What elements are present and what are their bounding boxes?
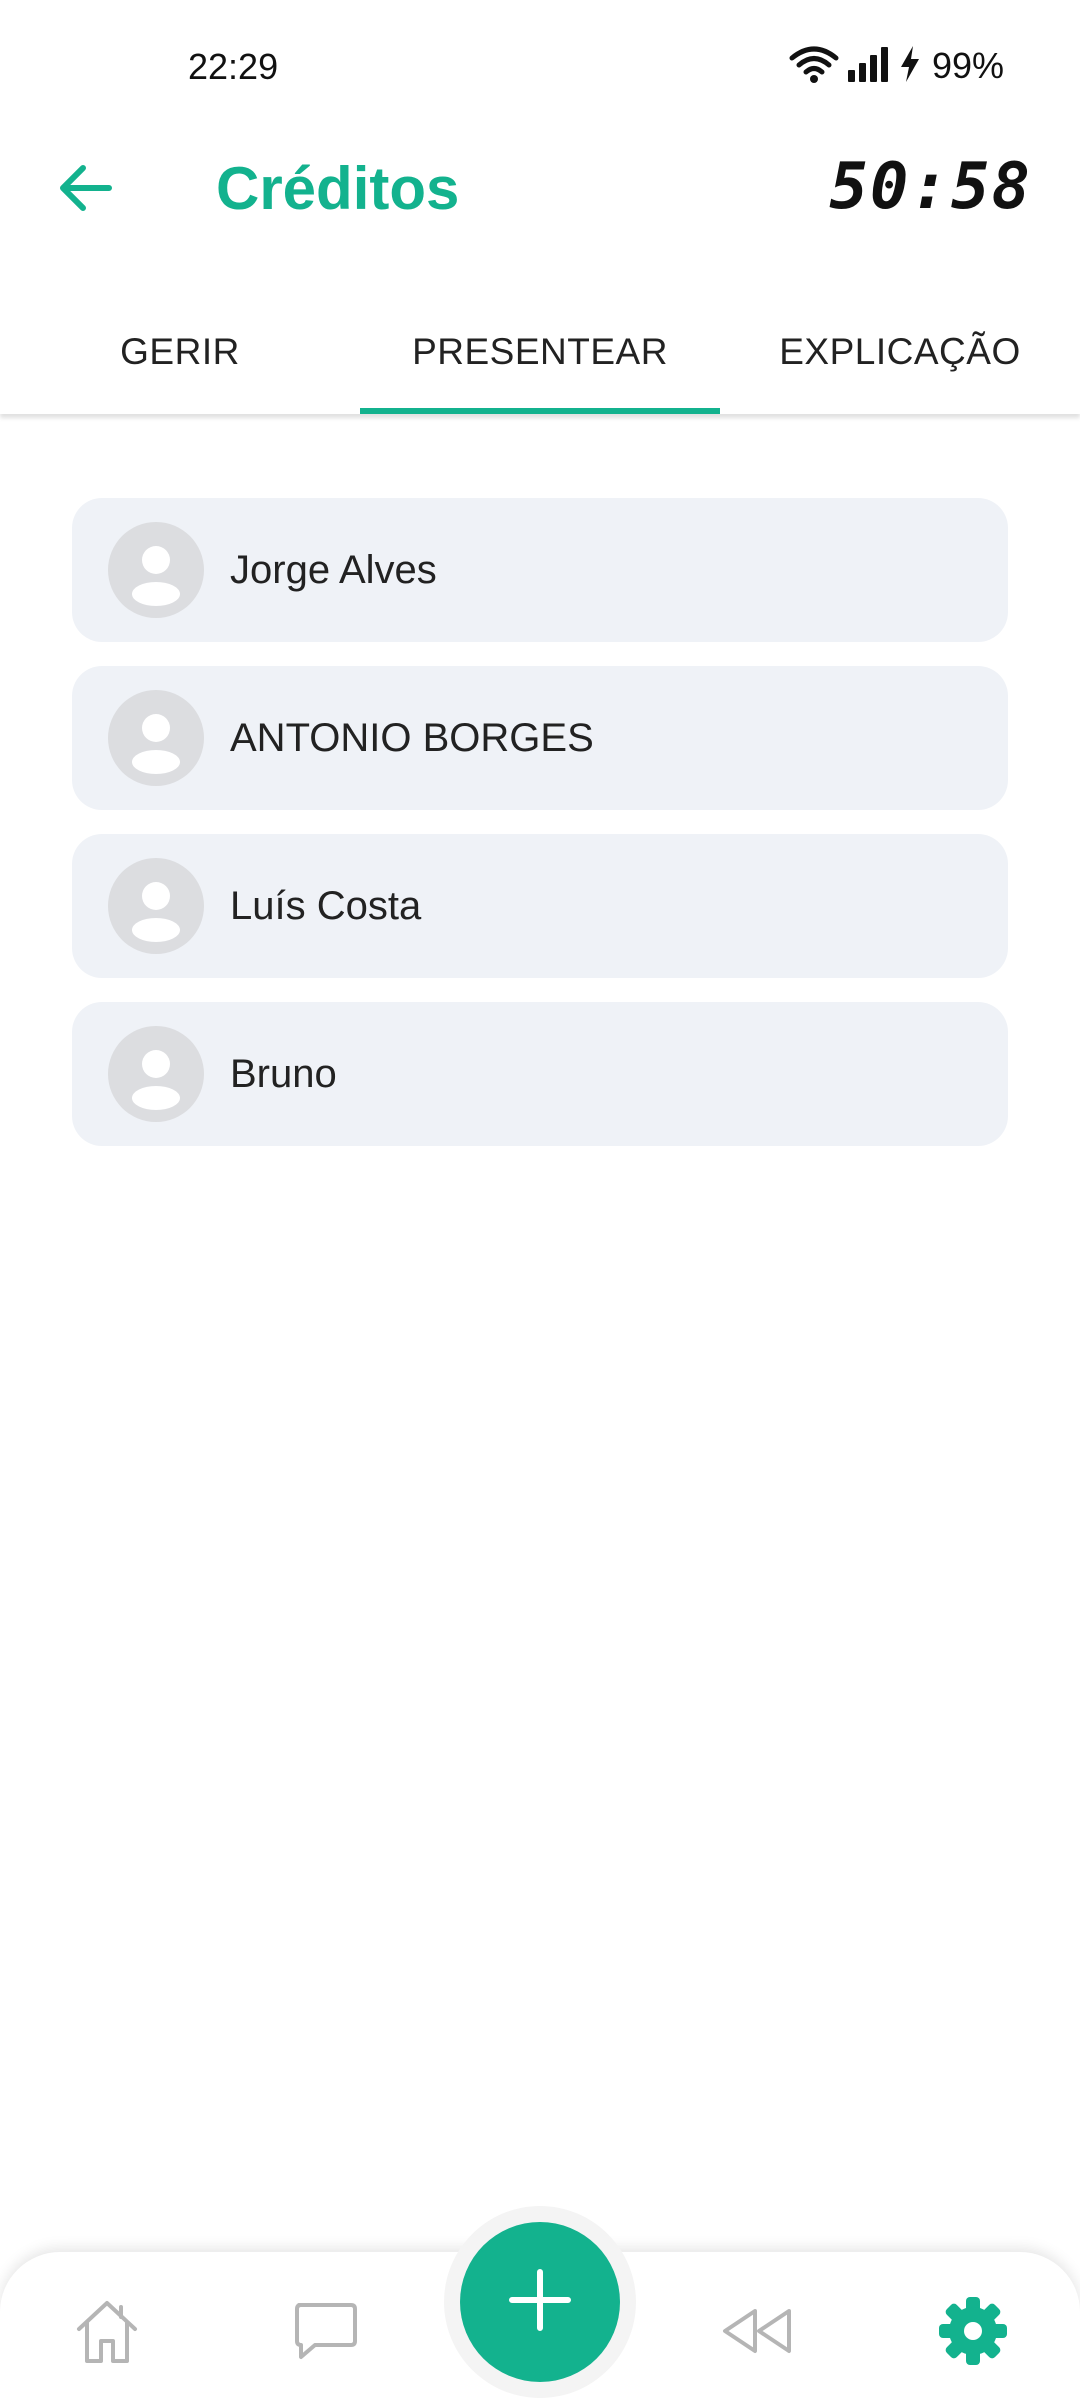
contact-name: ANTONIO BORGES: [230, 715, 594, 760]
rewind-icon: [717, 2301, 797, 2366]
contact-name: Bruno: [230, 1051, 337, 1096]
user-placeholder-icon: [132, 546, 180, 606]
contact-item[interactable]: Bruno: [72, 1002, 1008, 1146]
app-bar: Créditos 50:58: [0, 130, 1080, 250]
session-timer: 50:58: [829, 150, 1032, 224]
contact-item[interactable]: Luís Costa: [72, 834, 1008, 978]
tab-presentear[interactable]: PRESENTEAR: [360, 290, 720, 414]
signal-icon: [846, 46, 892, 87]
avatar: [108, 522, 204, 618]
tab-gerir[interactable]: GERIR: [0, 290, 360, 414]
tab-explicacao[interactable]: EXPLICAÇÃO: [720, 290, 1080, 414]
nav-history[interactable]: [712, 2288, 802, 2378]
contact-item[interactable]: Jorge Alves: [72, 498, 1008, 642]
wifi-icon: [788, 44, 840, 89]
chat-icon: [287, 2293, 363, 2374]
active-tab-indicator: [360, 408, 720, 414]
tab-bar: GERIR PRESENTEAR EXPLICAÇÃO: [0, 290, 1080, 414]
avatar: [108, 690, 204, 786]
battery-percentage: 99%: [931, 45, 1004, 86]
settings-icon: [935, 2293, 1011, 2374]
page-title: Créditos: [216, 155, 460, 222]
arrow-left-icon: [57, 164, 113, 217]
contact-list: Jorge Alves ANTONIO BORGES Luís Costa Br…: [72, 498, 1008, 1170]
home-icon: [69, 2293, 145, 2374]
status-bar: 22:29 99%: [0, 0, 1080, 130]
back-button[interactable]: [50, 155, 120, 225]
nav-settings[interactable]: [928, 2288, 1018, 2378]
user-placeholder-icon: [132, 714, 180, 774]
status-time: 22:29: [188, 46, 279, 87]
status-icons: 99%: [788, 44, 1004, 88]
contact-item[interactable]: ANTONIO BORGES: [72, 666, 1008, 810]
contact-name: Jorge Alves: [230, 547, 437, 592]
nav-home[interactable]: [62, 2288, 152, 2378]
avatar: [108, 1026, 204, 1122]
user-placeholder-icon: [132, 1050, 180, 1110]
add-icon: [508, 2268, 572, 2337]
user-placeholder-icon: [132, 882, 180, 942]
contact-name: Luís Costa: [230, 883, 422, 928]
nav-messages[interactable]: [280, 2288, 370, 2378]
add-button[interactable]: [460, 2222, 620, 2382]
avatar: [108, 858, 204, 954]
charging-icon: [898, 45, 922, 88]
